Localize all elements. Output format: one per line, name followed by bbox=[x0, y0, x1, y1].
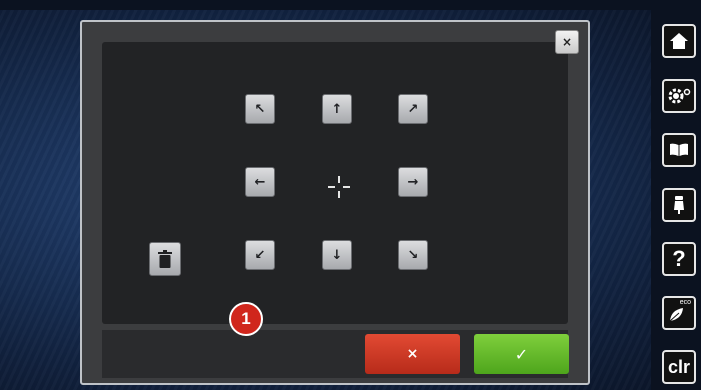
home-button[interactable] bbox=[662, 24, 696, 58]
clear-button[interactable]: clr bbox=[662, 350, 696, 384]
guide-button[interactable] bbox=[662, 188, 696, 222]
arrow-down-left-icon: ↙ bbox=[254, 247, 266, 263]
move-down-right-button[interactable]: ↘ bbox=[398, 240, 428, 270]
arrow-down-right-icon: ↘ bbox=[407, 247, 419, 263]
center-crosshair-icon[interactable] bbox=[324, 172, 354, 202]
close-icon: × bbox=[561, 35, 573, 49]
move-left-button[interactable]: ← bbox=[245, 167, 275, 197]
arrow-left-icon: ← bbox=[254, 174, 266, 190]
book-icon bbox=[670, 143, 688, 156]
callout-number: 1 bbox=[241, 309, 251, 328]
help-button[interactable]: ? bbox=[662, 242, 696, 276]
home-icon bbox=[670, 33, 688, 49]
move-up-right-button[interactable]: ↗ bbox=[398, 94, 428, 124]
arrow-down-icon: ↓ bbox=[331, 247, 343, 263]
dress-form-icon bbox=[674, 196, 684, 214]
move-dialog: × ↖ ↑ ↗ ← → ↙ ↓ ↘ 1 × ✓ bbox=[80, 20, 590, 385]
callout-badge: 1 bbox=[229, 302, 263, 336]
move-up-button[interactable]: ↑ bbox=[322, 94, 352, 124]
arrow-up-left-icon: ↖ bbox=[254, 101, 266, 117]
move-down-button[interactable]: ↓ bbox=[322, 240, 352, 270]
move-up-left-button[interactable]: ↖ bbox=[245, 94, 275, 124]
close-button[interactable]: × bbox=[555, 30, 579, 54]
trash-icon bbox=[158, 250, 172, 268]
cancel-button[interactable]: × bbox=[365, 334, 460, 374]
delete-button[interactable] bbox=[149, 242, 181, 276]
tutorial-button[interactable] bbox=[662, 133, 696, 167]
settings-button[interactable] bbox=[662, 79, 696, 113]
arrow-up-right-icon: ↗ bbox=[407, 101, 419, 117]
screen-frame-top bbox=[0, 0, 701, 10]
cancel-icon: × bbox=[406, 346, 419, 362]
eco-label: eco bbox=[679, 299, 691, 306]
move-right-button[interactable]: → bbox=[398, 167, 428, 197]
gear-icon bbox=[668, 88, 691, 104]
eco-button[interactable]: eco bbox=[662, 296, 696, 330]
arrow-right-icon: → bbox=[407, 174, 419, 190]
help-icon: ? bbox=[672, 246, 686, 271]
clear-label: clr bbox=[667, 356, 691, 377]
move-down-left-button[interactable]: ↙ bbox=[245, 240, 275, 270]
arrow-up-icon: ↑ bbox=[331, 101, 343, 117]
confirm-button[interactable]: ✓ bbox=[474, 334, 569, 374]
checkmark-icon: ✓ bbox=[514, 344, 529, 364]
